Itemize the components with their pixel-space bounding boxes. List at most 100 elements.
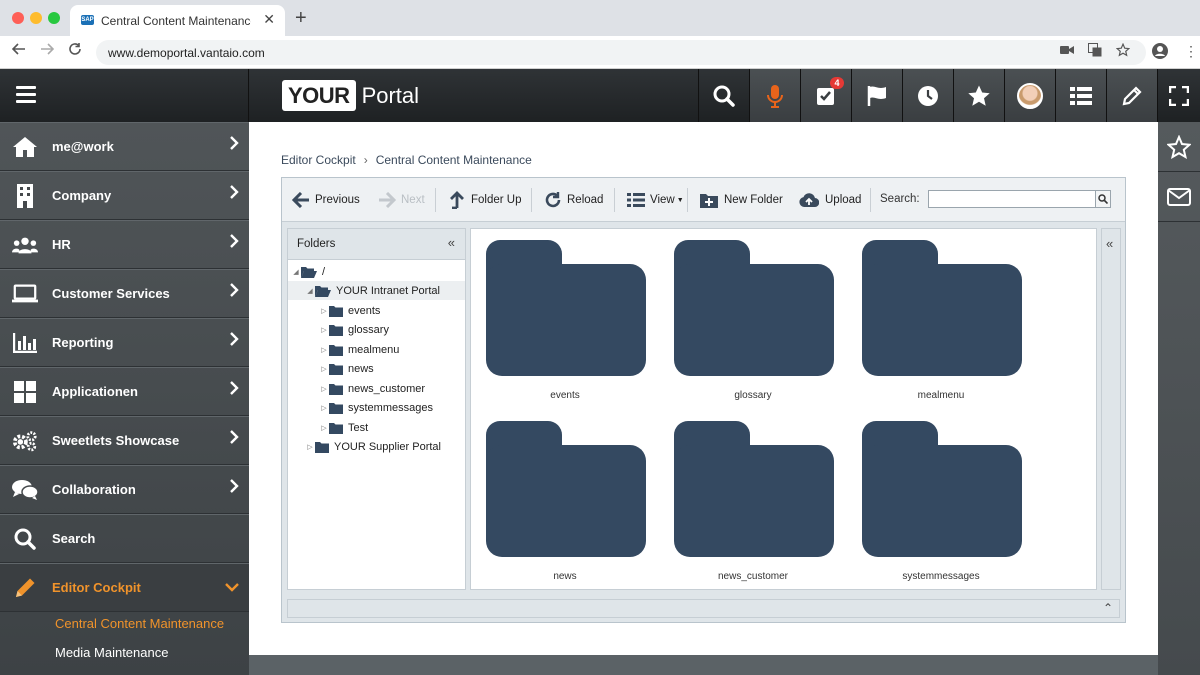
tree-node[interactable]: ▷ Test xyxy=(288,418,465,437)
collapsed-triangle-icon[interactable]: ▷ xyxy=(320,307,328,315)
sidebar-item-search[interactable]: Search xyxy=(0,514,249,563)
tab-close-icon[interactable]: ✕ xyxy=(263,11,275,28)
bookmark-star-icon[interactable] xyxy=(1115,42,1131,60)
fullscreen-button[interactable] xyxy=(1157,69,1200,122)
breadcrumb-root-link[interactable]: Editor Cockpit xyxy=(281,153,356,167)
collapse-left-icon[interactable]: « xyxy=(448,235,455,250)
sidebar-item-customer-services[interactable]: Customer Services xyxy=(0,269,249,318)
tree-node[interactable]: ▷ glossary xyxy=(288,320,465,339)
profile-icon[interactable] xyxy=(1152,43,1168,62)
tree-node-label: YOUR Supplier Portal xyxy=(334,440,441,453)
close-window-button[interactable] xyxy=(12,12,24,24)
collapsed-triangle-icon[interactable]: ▷ xyxy=(320,365,328,373)
sidebar-item-collaboration[interactable]: Collaboration xyxy=(0,465,249,514)
next-button[interactable]: Next xyxy=(378,191,425,209)
collapsed-triangle-icon[interactable]: ▷ xyxy=(320,326,328,334)
collapsed-triangle-icon[interactable]: ▷ xyxy=(320,346,328,354)
history-button[interactable] xyxy=(902,69,953,122)
tree-node-label: news xyxy=(348,362,374,375)
folder-icon xyxy=(315,441,329,453)
edit-button[interactable] xyxy=(1106,69,1157,122)
list-view-icon xyxy=(627,193,645,207)
building-icon xyxy=(17,184,33,208)
tree-node-label: events xyxy=(348,304,381,317)
flag-button[interactable] xyxy=(851,69,902,122)
expand-left-icon[interactable]: « xyxy=(1106,236,1113,251)
minimize-window-button[interactable] xyxy=(30,12,42,24)
avatar xyxy=(1017,82,1043,109)
sidebar-item-hr[interactable]: HR xyxy=(0,220,249,269)
new-tab-icon[interactable]: + xyxy=(295,8,307,28)
upload-button[interactable]: Upload xyxy=(799,191,861,209)
camera-icon[interactable] xyxy=(1060,43,1074,59)
reload-browser-icon[interactable] xyxy=(68,42,82,61)
folder-tile-label: systemmessages xyxy=(902,571,980,582)
search-input[interactable] xyxy=(928,190,1096,208)
caret-down-icon: ▼ xyxy=(676,196,684,204)
rail-favorites-button[interactable] xyxy=(1158,122,1200,172)
sidebar-item-applicationen[interactable]: Applicationen xyxy=(0,367,249,416)
menu-toggle-button[interactable] xyxy=(0,69,249,122)
folders-panel-header: Folders « xyxy=(288,229,465,260)
translate-icon[interactable] xyxy=(1088,43,1102,60)
search-button[interactable] xyxy=(698,69,749,122)
tree-node-label: Test xyxy=(348,421,369,434)
sidebar-item-me-at-work[interactable]: me@work xyxy=(0,122,249,171)
sidebar-item-editor-cockpit[interactable]: Editor Cockpit xyxy=(0,563,249,612)
tree-node-label: glossary xyxy=(348,323,389,336)
back-icon[interactable] xyxy=(11,42,26,61)
url-field[interactable]: www.demoportal.vantaio.com xyxy=(96,40,1146,65)
tree-node[interactable]: ▷ systemmessages xyxy=(288,398,465,417)
sidebar-subitem-central-content-maintenance[interactable]: Central Content Maintenance xyxy=(55,616,224,631)
new-folder-button[interactable]: New Folder xyxy=(700,191,783,209)
profile-button[interactable] xyxy=(1004,69,1055,122)
file-explorer: Previous Next Folder Up Reload View ▼ Ne… xyxy=(281,177,1126,623)
previous-button[interactable]: Previous xyxy=(292,191,360,209)
tree-node[interactable]: ◢ / xyxy=(288,262,465,281)
sidebar-item-sweetlets-showcase[interactable]: Sweetlets Showcase xyxy=(0,416,249,465)
arrow-right-icon xyxy=(379,192,396,208)
maximize-window-button[interactable] xyxy=(48,12,60,24)
portal-logo[interactable]: YOUR Portal xyxy=(282,80,419,111)
sidebar-item-company[interactable]: Company xyxy=(0,171,249,220)
notification-badge: 4 xyxy=(830,77,844,89)
search-submit-button[interactable] xyxy=(1095,190,1111,208)
tree-node[interactable]: ◢ YOUR Intranet Portal xyxy=(288,281,465,300)
reload-icon xyxy=(545,192,561,208)
tasks-button[interactable]: 4 xyxy=(800,69,851,122)
favorites-button[interactable] xyxy=(953,69,1004,122)
tree-node[interactable]: ▷ events xyxy=(288,301,465,320)
hamburger-icon xyxy=(16,100,36,103)
sidebar-subitem-media-maintenance[interactable]: Media Maintenance xyxy=(55,645,168,660)
tree-node[interactable]: ▷ mealmenu xyxy=(288,340,465,359)
expanded-triangle-icon[interactable]: ◢ xyxy=(292,268,300,276)
chevron-down-icon xyxy=(225,583,239,592)
tree-node[interactable]: ▷ news xyxy=(288,359,465,378)
view-dropdown[interactable]: View ▼ xyxy=(627,191,684,209)
folder-icon xyxy=(329,422,343,434)
folder-tile-label: glossary xyxy=(734,390,772,401)
voice-button[interactable] xyxy=(749,69,800,122)
expand-up-icon[interactable]: ⌃ xyxy=(1103,601,1113,615)
collapsed-triangle-icon[interactable]: ▷ xyxy=(320,385,328,393)
tree-node-label: mealmenu xyxy=(348,343,400,356)
collapsed-triangle-icon[interactable]: ▷ xyxy=(306,443,314,451)
search-icon xyxy=(14,528,36,550)
details-panel-collapsed[interactable]: « xyxy=(1101,228,1121,590)
search-icon xyxy=(713,85,735,107)
browser-menu-icon[interactable]: ⋮ xyxy=(1184,43,1198,60)
folder-grid: events glossary mealmenu news news_custo… xyxy=(470,228,1097,590)
sidebar-item-reporting[interactable]: Reporting xyxy=(0,318,249,367)
forward-icon[interactable] xyxy=(40,42,55,61)
folder-up-button[interactable]: Folder Up xyxy=(450,191,522,209)
collapsed-triangle-icon[interactable]: ▷ xyxy=(320,424,328,432)
tree-node[interactable]: ▷ YOUR Supplier Portal xyxy=(288,437,465,456)
rail-mail-button[interactable] xyxy=(1158,172,1200,222)
expanded-triangle-icon[interactable]: ◢ xyxy=(306,287,314,295)
reload-button[interactable]: Reload xyxy=(544,191,603,209)
browser-tab[interactable]: SAP Central Content Maintenance ✕ xyxy=(70,5,285,36)
tree-node[interactable]: ▷ news_customer xyxy=(288,379,465,398)
list-button[interactable] xyxy=(1055,69,1106,122)
toolbar-divider xyxy=(531,188,532,212)
collapsed-triangle-icon[interactable]: ▷ xyxy=(320,404,328,412)
